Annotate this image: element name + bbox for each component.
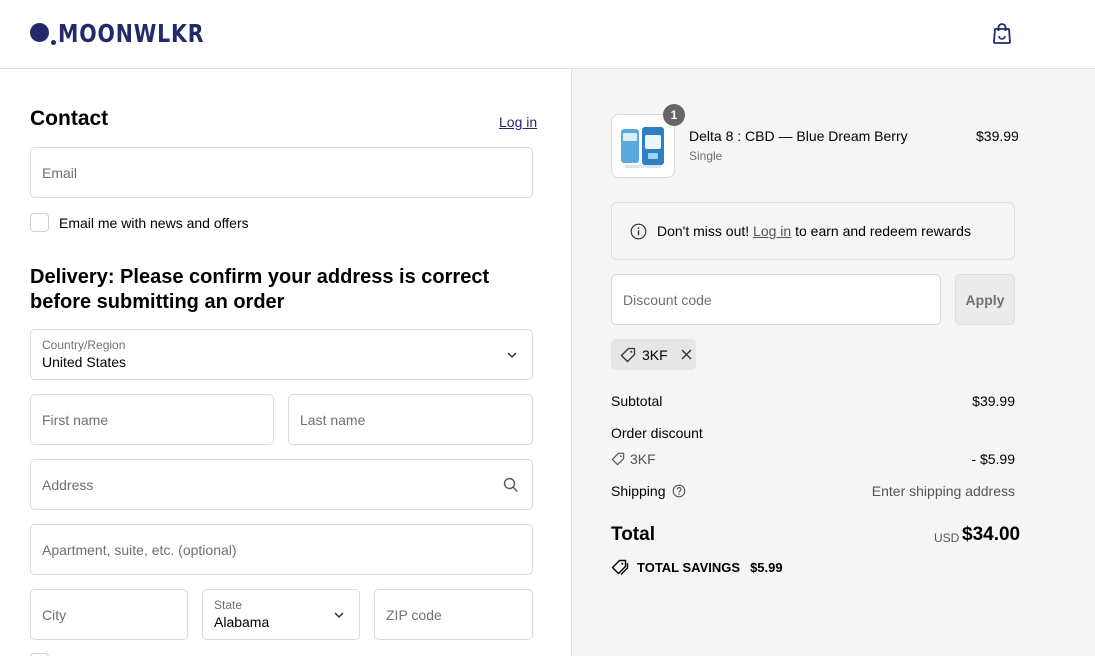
apartment-field[interactable]: Apartment, suite, etc. (optional) [30, 524, 533, 575]
discount-value: - $5.99 [971, 451, 1015, 467]
country-value: United States [42, 354, 127, 370]
rewards-text: Don't miss out! Log in to earn and redee… [657, 223, 971, 239]
total-currency: USD [934, 531, 960, 545]
total-savings-value: $5.99 [750, 559, 783, 575]
close-icon [681, 349, 692, 360]
brand-logo[interactable]: MOONWLKR [30, 18, 236, 48]
tag-icon [611, 452, 625, 466]
order-discount-row: Order discount [611, 425, 1015, 441]
last-name-field[interactable]: Last name [288, 394, 533, 445]
apartment-placeholder: Apartment, suite, etc. (optional) [42, 541, 237, 558]
logo-moon-mark [30, 23, 49, 42]
apply-discount-button[interactable]: Apply [955, 274, 1015, 325]
total-label: Total [611, 524, 655, 545]
question-icon[interactable] [672, 484, 686, 498]
first-name-field[interactable]: First name [30, 394, 274, 445]
country-select[interactable]: Country/Region United States [30, 329, 533, 380]
last-name-placeholder: Last name [300, 411, 366, 428]
first-name-placeholder: First name [42, 411, 109, 428]
applied-discount-tag: 3KF [611, 339, 696, 370]
shopping-bag-icon [993, 23, 1011, 44]
newsletter-label: Email me with news and offers [59, 214, 249, 231]
subtotal-label: Subtotal [611, 393, 663, 409]
brand-name: MOONWLKR [58, 19, 205, 48]
newsletter-option[interactable]: Email me with news and offers [30, 213, 249, 232]
address-placeholder: Address [42, 476, 94, 493]
discount-code-row: 3KF - $5.99 [611, 451, 1015, 469]
product-price: $39.99 [976, 128, 1019, 144]
total-savings-label: TOTAL SAVINGS [637, 559, 741, 575]
rewards-login-link[interactable]: Log in [753, 223, 791, 239]
chevron-down-icon [334, 611, 344, 618]
country-label: Country/Region [42, 338, 126, 352]
subtotal-row: Subtotal $39.99 [611, 393, 1015, 409]
address-field[interactable]: Address [30, 459, 533, 510]
info-icon [630, 223, 647, 239]
product-variant: Single [689, 149, 723, 163]
state-value: Alabama [214, 614, 270, 630]
delivery-heading: Delivery: Please confirm your address is… [30, 266, 490, 313]
search-icon [503, 477, 518, 492]
rewards-banner: Don't miss out! Log in to earn and redee… [611, 202, 1015, 260]
product-name: Delta 8 : CBD — Blue Dream Berry [689, 128, 908, 144]
discount-code-field[interactable]: Discount code [611, 274, 941, 325]
cart-button[interactable] [990, 21, 1014, 45]
order-summary: 1 Delta 8 : CBD — Blue Dream Berry Singl… [571, 69, 1095, 656]
logo-dot [51, 40, 56, 45]
city-field[interactable]: City [30, 589, 188, 640]
discount-code-label: 3KF [630, 451, 656, 467]
contact-heading: Contact [30, 107, 109, 130]
product-thumbnail: 1 [611, 104, 685, 178]
header: MOONWLKR [0, 0, 1095, 69]
discount-code-placeholder: Discount code [623, 291, 712, 308]
state-select[interactable]: State Alabama [202, 589, 360, 640]
remove-discount-button[interactable] [680, 348, 694, 362]
zip-placeholder: ZIP code [386, 606, 442, 623]
login-link[interactable]: Log in [499, 114, 537, 130]
shipping-label: Shipping [611, 483, 666, 499]
rewards-prefix: Don't miss out! [657, 223, 750, 239]
rewards-suffix: to earn and redeem rewards [795, 223, 971, 239]
applied-discount-code: 3KF [642, 346, 668, 363]
shipping-label-group: Shipping [611, 483, 686, 499]
tag-icon [620, 347, 636, 362]
email-placeholder: Email [42, 164, 78, 181]
email-field[interactable]: Email [30, 147, 533, 198]
total-value: $34.00 [962, 524, 1021, 545]
state-label: State [214, 598, 243, 612]
order-discount-label: Order discount [611, 425, 703, 441]
product-image [621, 127, 664, 168]
shipping-value: Enter shipping address [871, 483, 1015, 499]
total-savings: TOTAL SAVINGS $5.99 [611, 559, 783, 575]
newsletter-checkbox[interactable] [30, 213, 49, 232]
discount-code-entry: 3KF [611, 451, 656, 467]
savings-tag-icon [611, 559, 629, 575]
shipping-row: Shipping Enter shipping address [611, 483, 1015, 499]
quantity-badge: 1 [663, 104, 685, 126]
checkout-form: Contact Log in Email Email me with news … [0, 69, 571, 656]
subtotal-value: $39.99 [972, 393, 1015, 409]
zip-field[interactable]: ZIP code [374, 589, 533, 640]
city-placeholder: City [42, 606, 67, 623]
chevron-down-icon [507, 351, 517, 358]
